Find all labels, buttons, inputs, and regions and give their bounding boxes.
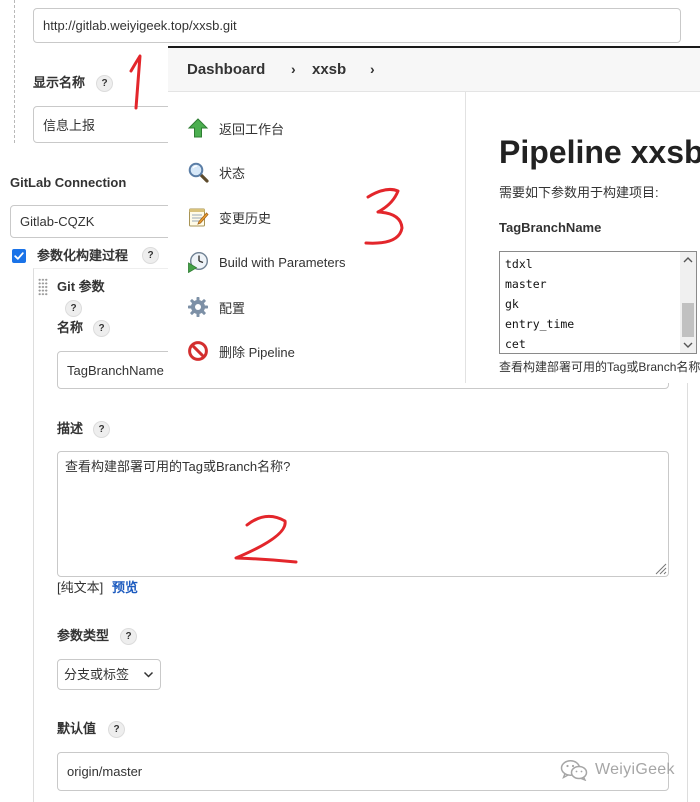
sidebar-item-build-with-parameters[interactable]: Build with Parameters [187, 250, 345, 274]
checkmark-icon [14, 252, 24, 260]
list-item[interactable]: master [505, 274, 696, 294]
sidebar-item-label: 变更历史 [219, 210, 272, 226]
parameterized-build-label: 参数化构建过程 [37, 248, 129, 263]
git-parameter-title: Git 参数 [57, 279, 105, 294]
help-icon[interactable]: ? [93, 320, 110, 337]
parameters-intro: 需要如下参数用于构建项目: [499, 185, 659, 200]
branch-tag-listbox[interactable]: tdxl master gk entry_time cet [499, 251, 697, 354]
list-item[interactable]: tdxl [505, 254, 696, 274]
preview-link[interactable]: 预览 [112, 580, 138, 596]
drag-handle-icon[interactable] [38, 278, 48, 296]
param-type-select[interactable]: 分支或标签 [57, 659, 161, 690]
list-item[interactable]: cet [505, 334, 696, 353]
sidebar-item-changes[interactable]: 变更历史 [187, 205, 271, 229]
page-title: Pipeline xxsb [499, 134, 700, 170]
scrollbar[interactable] [680, 252, 696, 353]
breadcrumb-job[interactable]: xxsb [312, 61, 346, 79]
chevron-down-icon [143, 671, 154, 678]
annotation-1: 1 [129, 54, 142, 110]
jenkins-config-page: 显示名称 ? GitLab Connection Gitlab-CQZK 参数化… [0, 0, 700, 802]
breadcrumb-dashboard[interactable]: Dashboard [187, 61, 265, 79]
parameterized-build-checkbox[interactable] [12, 249, 26, 263]
list-item[interactable]: entry_time [505, 314, 696, 334]
parameter-description: 查看构建部署可用的Tag或Branch名称? [499, 360, 700, 374]
param-type-label: 参数类型 [57, 628, 110, 643]
sidebar-item-label: 状态 [219, 165, 246, 181]
clock-play-icon [188, 251, 209, 273]
plain-text-label: [纯文本] [57, 580, 104, 595]
list-item[interactable]: gk [505, 294, 696, 314]
param-type-value: 分支或标签 [64, 667, 130, 682]
breadcrumb-separator[interactable]: › [291, 60, 296, 78]
notepad-icon [189, 208, 209, 227]
breadcrumb: Dashboard › xxsb › [168, 48, 700, 92]
scrollbar-thumb[interactable] [682, 303, 694, 337]
no-entry-icon [188, 341, 208, 361]
help-icon[interactable]: ? [93, 421, 110, 438]
resize-grip-icon[interactable] [653, 561, 667, 575]
breadcrumb-separator[interactable]: › [370, 60, 375, 78]
sidebar: 返回工作台 状态 变更历史 Build with Parameters 配置 删… [168, 92, 466, 383]
wechat-icon [560, 760, 588, 781]
help-icon[interactable]: ? [120, 628, 137, 645]
watermark: WeiyiGeek [560, 758, 675, 782]
help-icon[interactable]: ? [65, 300, 82, 317]
repository-url-input[interactable] [33, 8, 681, 43]
parameter-name: TagBranchName [499, 220, 602, 235]
sidebar-item-delete-pipeline[interactable]: 删除 Pipeline [187, 339, 295, 363]
watermark-text: WeiyiGeek [595, 761, 675, 778]
pipeline-page-overlay: Dashboard › xxsb › 返回工作台 状态 变更历史 Build w… [168, 46, 700, 383]
sidebar-item-label: 配置 [219, 300, 246, 316]
section-dashed-border [14, 0, 15, 143]
gitlab-connection-value: Gitlab-CQZK [20, 214, 95, 229]
scroll-up-icon[interactable] [680, 252, 696, 268]
magnifier-icon [188, 162, 209, 183]
default-value-label: 默认值 [57, 721, 97, 736]
help-icon[interactable]: ? [142, 247, 159, 264]
sidebar-item-configure[interactable]: 配置 [187, 295, 245, 319]
help-icon[interactable]: ? [108, 721, 125, 738]
help-icon[interactable]: ? [96, 75, 113, 92]
param-name-label: 名称 [57, 320, 84, 335]
gear-icon [188, 297, 208, 317]
sidebar-item-label: Build with Parameters [219, 254, 346, 270]
scroll-down-icon[interactable] [680, 337, 696, 353]
description-textarea[interactable]: 查看构建部署可用的Tag或Branch名称? [57, 451, 669, 577]
sidebar-item-label: 返回工作台 [219, 121, 285, 137]
sidebar-item-status[interactable]: 状态 [187, 160, 245, 184]
gitlab-connection-label: GitLab Connection [10, 175, 127, 190]
up-arrow-icon [187, 118, 209, 138]
sidebar-item-label: 删除 Pipeline [219, 344, 295, 360]
description-label: 描述 [57, 421, 84, 436]
display-name-label: 显示名称 [33, 75, 86, 90]
sidebar-item-back-to-dashboard[interactable]: 返回工作台 [187, 116, 284, 140]
